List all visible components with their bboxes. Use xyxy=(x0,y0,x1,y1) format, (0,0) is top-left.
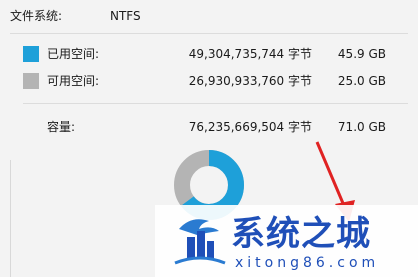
capacity-bytes: 76,235,669,504 字节 xyxy=(188,120,312,134)
capacity-label: 容量: xyxy=(47,120,76,134)
watermark-subtitle: xitong86.com xyxy=(235,255,380,271)
divider-top xyxy=(10,33,408,34)
used-space-label: 已用空间: xyxy=(47,47,100,61)
used-space-size: 45.9 GB xyxy=(337,47,386,61)
divider-middle xyxy=(23,103,408,104)
used-space-bytes: 49,304,735,744 字节 xyxy=(188,47,312,61)
free-space-size: 25.0 GB xyxy=(337,74,386,88)
panel-left-border xyxy=(10,160,11,277)
filesystem-label: 文件系统: xyxy=(10,9,63,23)
watermark-logo-icon xyxy=(174,219,226,265)
watermark: 系统之城 xitong86.com xyxy=(155,205,418,277)
watermark-title: 系统之城 xyxy=(231,214,371,254)
free-space-bytes: 26,930,933,760 字节 xyxy=(188,74,312,88)
free-space-label: 可用空间: xyxy=(47,74,100,88)
capacity-size: 71.0 GB xyxy=(337,120,386,134)
used-space-swatch xyxy=(23,46,39,62)
filesystem-value: NTFS xyxy=(110,9,141,23)
free-space-swatch xyxy=(23,73,39,89)
